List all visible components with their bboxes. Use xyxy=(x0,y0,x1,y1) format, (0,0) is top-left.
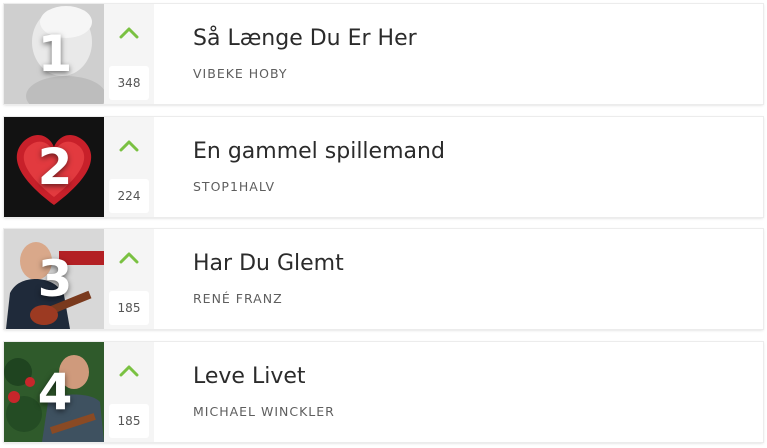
upvote-button[interactable] xyxy=(104,342,154,400)
vote-count: 185 xyxy=(109,291,149,325)
song-chart: 1 348 Så Længe Du Er Her VIBEKE HOBY 2 2… xyxy=(0,0,767,448)
artist-name[interactable]: RENÉ FRANZ xyxy=(193,291,283,306)
chevron-up-icon xyxy=(119,140,139,152)
album-cover[interactable]: 2 xyxy=(4,117,104,217)
upvote-button[interactable] xyxy=(104,117,154,175)
song-info: Leve Livet MICHAEL WINCKLER xyxy=(193,342,753,442)
song-title[interactable]: Leve Livet xyxy=(193,364,306,389)
album-cover[interactable]: 4 xyxy=(4,342,104,442)
vote-count: 185 xyxy=(109,404,149,438)
rank-number: 3 xyxy=(37,250,73,308)
upvote-button[interactable] xyxy=(104,4,154,62)
vote-column: 348 xyxy=(104,4,154,104)
vote-count: 348 xyxy=(109,66,149,100)
song-info: Har Du Glemt RENÉ FRANZ xyxy=(193,229,753,329)
song-info: En gammel spillemand STOP1HALV xyxy=(193,117,753,217)
artist-name[interactable]: VIBEKE HOBY xyxy=(193,66,288,81)
chart-row: 3 185 Har Du Glemt RENÉ FRANZ xyxy=(4,229,763,329)
chart-row: 4 185 Leve Livet MICHAEL WINCKLER xyxy=(4,342,763,442)
vote-column: 185 xyxy=(104,229,154,329)
chevron-up-icon xyxy=(119,365,139,377)
artist-name[interactable]: STOP1HALV xyxy=(193,179,275,194)
song-title[interactable]: Så Længe Du Er Her xyxy=(193,26,417,51)
song-info: Så Længe Du Er Her VIBEKE HOBY xyxy=(193,4,753,104)
vote-column: 185 xyxy=(104,342,154,442)
song-title[interactable]: En gammel spillemand xyxy=(193,139,445,164)
album-cover[interactable]: 3 xyxy=(4,229,104,329)
rank-number: 4 xyxy=(37,363,73,421)
rank-number: 1 xyxy=(37,25,73,83)
song-title[interactable]: Har Du Glemt xyxy=(193,251,344,276)
vote-count: 224 xyxy=(109,179,149,213)
album-cover[interactable]: 1 xyxy=(4,4,104,104)
chevron-up-icon xyxy=(119,252,139,264)
chevron-up-icon xyxy=(119,27,139,39)
vote-column: 224 xyxy=(104,117,154,217)
artist-name[interactable]: MICHAEL WINCKLER xyxy=(193,404,335,419)
chart-row: 2 224 En gammel spillemand STOP1HALV xyxy=(4,117,763,217)
chart-row: 1 348 Så Længe Du Er Her VIBEKE HOBY xyxy=(4,4,763,104)
upvote-button[interactable] xyxy=(104,229,154,287)
rank-number: 2 xyxy=(37,138,73,196)
